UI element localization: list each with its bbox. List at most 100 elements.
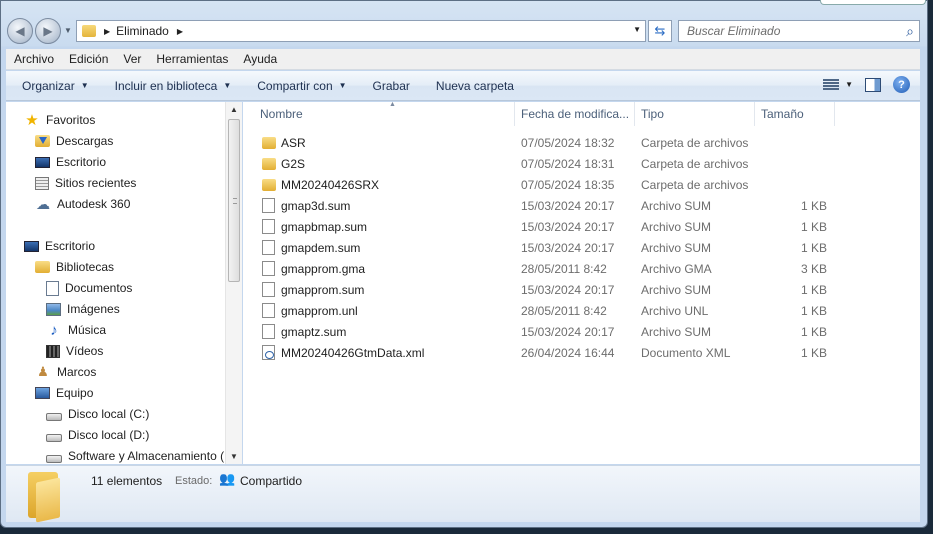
organize-label: Organizar bbox=[22, 78, 75, 93]
search-input[interactable]: Buscar Eliminado ⌕ bbox=[678, 20, 920, 42]
burn-button[interactable]: Grabar bbox=[357, 79, 420, 93]
file-date: 07/05/2024 18:31 bbox=[521, 156, 615, 171]
nav-downloads[interactable]: Descargas bbox=[35, 131, 113, 151]
nav-user[interactable]: ♟ Marcos bbox=[35, 362, 96, 382]
nav-images-label: Imágenes bbox=[67, 302, 120, 316]
include-library-button[interactable]: Incluir en biblioteca ▼ bbox=[99, 79, 242, 93]
file-name: ASR bbox=[281, 135, 306, 150]
folder-icon bbox=[262, 179, 276, 191]
nav-desktop-label: Escritorio bbox=[45, 239, 96, 253]
file-row[interactable]: MM20240426GtmData.xml 26/04/2024 16:44 Doc… bbox=[243, 342, 920, 363]
file-list: Nombre ▲ Fecha de modifica... Tipo Tamañ… bbox=[243, 101, 920, 464]
nav-scrollbar[interactable]: ▲ ▼ bbox=[225, 102, 242, 464]
state-label: Estado: bbox=[175, 475, 213, 487]
nav-libraries[interactable]: Bibliotecas bbox=[35, 257, 114, 277]
nav-drive-d-label: Disco local (D:) bbox=[68, 428, 150, 442]
breadcrumb-chevron-icon[interactable]: ▶ bbox=[177, 27, 183, 36]
file-size: 1 KB bbox=[800, 219, 827, 234]
column-name[interactable]: Nombre ▲ bbox=[251, 101, 515, 126]
music-icon: ♪ bbox=[50, 321, 58, 339]
nav-computer[interactable]: Equipo bbox=[35, 383, 93, 403]
search-icon[interactable]: ⌕ bbox=[906, 23, 914, 40]
nav-documents[interactable]: Documentos bbox=[46, 278, 132, 298]
file-row[interactable]: G2S 07/05/2024 18:31 Carpeta de archivos bbox=[243, 153, 920, 174]
drive-icon bbox=[46, 455, 62, 463]
nav-music-label: Música bbox=[68, 323, 107, 337]
menu-edicion[interactable]: Edición bbox=[61, 52, 115, 66]
file-type: Archivo SUM bbox=[641, 219, 712, 234]
nav-desktop-favorite[interactable]: Escritorio bbox=[35, 152, 106, 172]
large-folder-icon bbox=[26, 470, 70, 523]
chevron-down-icon: ▼ bbox=[338, 81, 347, 90]
column-size[interactable]: Tamaño bbox=[755, 102, 835, 126]
file-name: gmapprom.gma bbox=[281, 261, 366, 276]
preview-pane-icon[interactable] bbox=[865, 77, 881, 92]
scroll-down-icon[interactable]: ▼ bbox=[230, 452, 238, 461]
file-row[interactable]: MM20240426SRX 07/05/2024 18:35 Carpeta de … bbox=[243, 174, 920, 195]
nav-drive-software[interactable]: Software y Almacenamiento ( bbox=[46, 446, 224, 466]
address-dropdown-icon[interactable]: ▼ bbox=[633, 25, 641, 34]
back-button[interactable]: ◀ bbox=[7, 18, 33, 44]
file-size: 1 KB bbox=[800, 198, 827, 213]
refresh-button[interactable]: ⇆ bbox=[648, 20, 672, 42]
address-bar[interactable]: ▶ Eliminado ▶ ▼ bbox=[76, 20, 646, 42]
star-icon: ★ bbox=[25, 112, 39, 129]
organize-button[interactable]: Organizar ▼ bbox=[6, 79, 99, 93]
recent-places-icon bbox=[35, 176, 49, 190]
nav-libraries-label: Bibliotecas bbox=[56, 260, 115, 274]
file-row[interactable]: gmapprom.sum 15/03/2024 20:17 Archivo SUM 1… bbox=[243, 279, 920, 300]
breadcrumb-eliminado[interactable]: Eliminado bbox=[116, 24, 169, 38]
forward-button[interactable]: ▶ bbox=[35, 18, 61, 44]
desktop-icon bbox=[35, 156, 50, 168]
file-type: Archivo SUM bbox=[641, 240, 712, 255]
file-row[interactable]: gmapbmap.sum 15/03/2024 20:17 Archivo SUM 1… bbox=[243, 216, 920, 237]
file-date: 15/03/2024 20:17 bbox=[521, 324, 615, 339]
file-size: 1 KB bbox=[800, 282, 827, 297]
file-row[interactable]: ASR 07/05/2024 18:32 Carpeta de archivos bbox=[243, 132, 920, 153]
file-row[interactable]: gmaptz.sum 15/03/2024 20:17 Archivo SUM 1 K… bbox=[243, 321, 920, 342]
menu-ver[interactable]: Ver bbox=[115, 52, 148, 66]
file-date: 07/05/2024 18:35 bbox=[521, 177, 615, 192]
scroll-thumb[interactable] bbox=[228, 119, 240, 282]
help-icon[interactable]: ? bbox=[893, 76, 910, 93]
nav-autodesk[interactable]: ☁ Autodesk 360 bbox=[35, 194, 130, 214]
nav-images[interactable]: Imágenes bbox=[46, 299, 120, 319]
share-button[interactable]: Compartir con ▼ bbox=[241, 79, 356, 93]
menu-ayuda[interactable]: Ayuda bbox=[235, 52, 284, 66]
nav-desktop[interactable]: Escritorio bbox=[24, 236, 95, 256]
nav-drive-d[interactable]: Disco local (D:) bbox=[46, 425, 149, 445]
recent-pages-dropdown[interactable]: ▼ bbox=[64, 26, 72, 35]
file-icon bbox=[262, 240, 275, 255]
file-name: gmapdem.sum bbox=[281, 240, 361, 255]
file-row[interactable]: gmapprom.gma 28/05/2011 8:42 Archivo GMA 3 … bbox=[243, 258, 920, 279]
new-folder-button[interactable]: Nueva carpeta bbox=[420, 79, 524, 93]
column-type[interactable]: Tipo bbox=[635, 102, 755, 126]
breadcrumb-separator-icon[interactable]: ▶ bbox=[104, 27, 110, 36]
nav-recent-label: Sitios recientes bbox=[55, 176, 137, 190]
column-date[interactable]: Fecha de modifica... bbox=[515, 102, 635, 126]
nav-favorites[interactable]: ★ Favoritos bbox=[24, 110, 95, 130]
computer-icon bbox=[35, 387, 50, 399]
file-size: 1 KB bbox=[800, 345, 827, 360]
menu-archivo[interactable]: Archivo bbox=[6, 52, 61, 66]
share-label: Compartir con bbox=[257, 78, 333, 93]
nav-desktop-favorite-label: Escritorio bbox=[56, 155, 107, 169]
folder-icon bbox=[262, 137, 276, 149]
nav-music[interactable]: ♪ Música bbox=[46, 320, 106, 340]
file-row[interactable]: gmap3d.sum 15/03/2024 20:17 Archivo SUM 1 K… bbox=[243, 195, 920, 216]
scroll-up-icon[interactable]: ▲ bbox=[230, 105, 238, 114]
nav-drive-c-label: Disco local (C:) bbox=[68, 407, 150, 421]
nav-drive-c[interactable]: Disco local (C:) bbox=[46, 404, 149, 424]
nav-videos-label: Vídeos bbox=[66, 344, 104, 358]
file-row[interactable]: gmapdem.sum 15/03/2024 20:17 Archivo SUM 1 … bbox=[243, 237, 920, 258]
nav-recent-places[interactable]: Sitios recientes bbox=[35, 173, 136, 193]
file-type: Archivo GMA bbox=[641, 261, 712, 276]
menu-herramientas[interactable]: Herramientas bbox=[148, 52, 235, 66]
nav-videos[interactable]: Vídeos bbox=[46, 341, 103, 361]
file-name: gmaptz.sum bbox=[281, 324, 347, 339]
file-row[interactable]: gmapprom.unl 28/05/2011 8:42 Archivo UNL 1 … bbox=[243, 300, 920, 321]
change-view-button[interactable]: ▼ bbox=[823, 78, 853, 91]
file-date: 07/05/2024 18:32 bbox=[521, 135, 615, 150]
details-view-icon bbox=[823, 78, 840, 91]
column-name-label: Nombre bbox=[260, 107, 303, 121]
